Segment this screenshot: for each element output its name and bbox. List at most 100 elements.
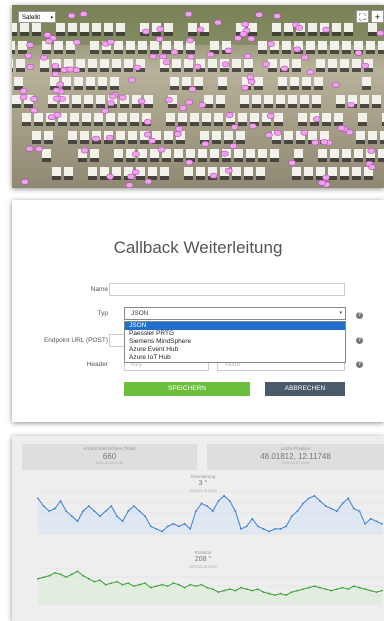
cancel-button[interactable]: ABBRECHEN [265, 382, 345, 396]
save-button[interactable]: SPEICHERN [124, 382, 250, 396]
vehicle [96, 95, 105, 108]
data-point [76, 520, 79, 523]
device-marker [280, 65, 289, 72]
stat-card-messages: Anzahl Nachrichten (Total) 660 2022-03-1… [22, 444, 197, 470]
device-marker [312, 116, 321, 122]
data-point [149, 586, 152, 589]
data-point [99, 515, 101, 518]
option-azure-iot-hub[interactable]: Azure IoT Hub [125, 354, 345, 362]
vehicle [330, 41, 339, 54]
device-marker [229, 143, 238, 149]
device-marker [185, 99, 193, 106]
satellite-map[interactable] [12, 5, 384, 188]
data-point [273, 594, 276, 596]
data-point [166, 525, 169, 528]
vehicle [312, 95, 321, 108]
vehicle [64, 167, 73, 180]
callback-form: Callback Weiterleitung Name Typ JSON ▾ ?… [12, 200, 384, 422]
vehicle [88, 167, 97, 180]
type-dropdown[interactable]: JSON Paessler PRTG Siemens MindSphere Az… [124, 321, 346, 363]
data-point [369, 589, 372, 592]
vehicle [318, 149, 327, 162]
data-point [319, 500, 321, 502]
vehicle [110, 77, 119, 90]
vehicle [244, 167, 253, 180]
stat-title: Anzahl Nachrichten (Total) [83, 446, 136, 451]
device-marker [106, 173, 114, 180]
device-marker [224, 167, 233, 174]
device-marker [337, 125, 346, 131]
vehicle [42, 149, 51, 162]
vehicle [54, 41, 63, 54]
data-point [82, 510, 85, 512]
vehicle [114, 41, 123, 54]
data-point [223, 494, 225, 497]
vehicle [316, 59, 325, 72]
data-point [352, 585, 355, 588]
vehicle [290, 77, 299, 90]
device-marker [224, 47, 233, 54]
device-marker [267, 41, 275, 47]
option-azure-event-hub[interactable]: Azure Event Hub [125, 346, 345, 354]
vehicle [340, 59, 349, 72]
type-select[interactable]: JSON ▾ [124, 307, 346, 320]
vehicle [34, 113, 43, 126]
vehicle [150, 41, 159, 54]
vehicle [70, 113, 79, 126]
fullscreen-button[interactable]: ⛶ [356, 10, 369, 23]
data-point [110, 505, 113, 507]
device-marker [243, 53, 252, 59]
option-json[interactable]: JSON [125, 322, 345, 330]
map-view[interactable]: Satellit ▾ ⛶ + [12, 5, 384, 188]
device-marker [162, 59, 171, 66]
data-point [189, 528, 192, 530]
help-icon[interactable]: ? [356, 361, 363, 368]
series-area [38, 495, 382, 534]
vehicle [126, 41, 135, 54]
vehicle [342, 149, 351, 162]
vehicle [308, 23, 317, 36]
vehicle [232, 59, 241, 72]
option-paessler-prtg[interactable]: Paessler PRTG [125, 330, 345, 338]
device-marker [159, 53, 168, 60]
device-marker [26, 42, 34, 48]
device-marker [148, 137, 156, 144]
map-layer-select[interactable]: Satellit ▾ [18, 11, 56, 23]
help-icon[interactable]: ? [356, 312, 363, 319]
vehicle [94, 113, 103, 126]
vehicle [190, 113, 199, 126]
device-marker [60, 67, 68, 73]
data-point [347, 588, 350, 591]
zoom-in-button[interactable]: + [371, 10, 384, 23]
vehicle [14, 77, 23, 90]
vehicle [256, 167, 265, 180]
vehicle [246, 149, 255, 162]
device-marker [35, 146, 43, 152]
vehicle [44, 131, 53, 144]
data-point [251, 517, 254, 520]
help-icon[interactable]: ? [356, 337, 363, 344]
device-marker [184, 11, 193, 17]
data-point [358, 510, 361, 512]
vehicle [12, 23, 17, 36]
data-point [104, 583, 107, 586]
vehicle [344, 23, 353, 36]
name-input[interactable] [109, 283, 345, 296]
name-label: Name [90, 286, 108, 293]
data-point [121, 583, 124, 586]
device-marker [143, 119, 152, 125]
device-marker [56, 81, 65, 88]
type-select-value: JSON [131, 310, 149, 317]
device-marker [368, 164, 376, 170]
vehicle [116, 23, 125, 36]
chevron-down-icon: ▾ [339, 310, 342, 316]
orientation-chart [37, 491, 383, 535]
vehicle [352, 167, 361, 180]
vehicle [314, 77, 323, 90]
vehicle [80, 131, 89, 144]
option-siemens-mindsphere[interactable]: Siemens MindSphere [125, 338, 345, 346]
device-marker [318, 180, 326, 186]
device-marker [108, 93, 117, 100]
vehicle [336, 95, 345, 108]
vehicle [100, 59, 109, 72]
